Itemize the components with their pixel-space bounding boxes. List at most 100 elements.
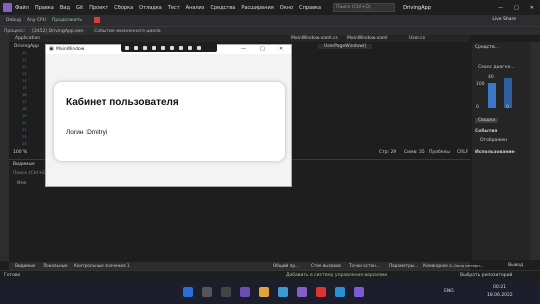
- menu-bar: Файл Правка Вид Git Проект Сборка Отладк…: [0, 0, 540, 15]
- continue-button[interactable]: Продолжить: [52, 18, 82, 23]
- usage-heading: Использование: [475, 150, 515, 155]
- collapse-toolbar-icon[interactable]: [197, 45, 201, 50]
- app-icon-red[interactable]: [316, 287, 326, 297]
- card-title: Кабинет пользователя: [66, 97, 179, 108]
- menu-analyze[interactable]: Анализ: [186, 5, 205, 11]
- start-icon[interactable]: [183, 287, 193, 297]
- close-button[interactable]: ✕: [530, 5, 534, 11]
- login-label: Логин :Dmitryi: [66, 129, 108, 136]
- right-tool-strip: [530, 42, 540, 260]
- window-title: MainWindow: [56, 47, 85, 52]
- process-dropdown[interactable]: [2452] DrivingApp.exe: [29, 28, 87, 34]
- lifecycle-dropdown[interactable]: Событие жизненного цикла: [94, 29, 161, 34]
- tab-exception-settings[interactable]: Параметры...: [389, 263, 418, 268]
- main-toolbar: Debug Any CPU Продолжить Live Share: [0, 15, 540, 26]
- tab-immediate[interactable]: Окно интерп...: [454, 263, 483, 268]
- config-dropdown[interactable]: Debug: [6, 18, 21, 23]
- stop-icon[interactable]: [88, 16, 100, 25]
- menu-window[interactable]: Окно: [280, 5, 293, 11]
- app-icon-blue[interactable]: [335, 287, 345, 297]
- menu-edit[interactable]: Правка: [35, 5, 54, 11]
- clock-date[interactable]: 18.06.2022: [487, 293, 513, 298]
- check-icon[interactable]: [188, 45, 192, 50]
- tab-application[interactable]: Application: [15, 36, 40, 41]
- task-view-icon[interactable]: [221, 287, 231, 297]
- tab-autos[interactable]: Видимые: [15, 263, 35, 268]
- events-heading: События: [475, 129, 498, 134]
- status-ready: Готово: [4, 273, 21, 278]
- window-minimize-button[interactable]: —: [241, 46, 246, 52]
- zoom-level[interactable]: 100 %: [13, 150, 27, 155]
- live-share-button[interactable]: Live Share: [492, 17, 516, 22]
- process-label: Процесс:: [4, 28, 26, 34]
- teams-icon[interactable]: [240, 287, 250, 297]
- tab-call-stack[interactable]: Стек вызовов: [311, 263, 341, 268]
- minimize-button[interactable]: —: [498, 5, 503, 11]
- add-to-source-control-button[interactable]: Добавить в систему управления версиями: [286, 273, 387, 278]
- gauge-top-label: 40: [488, 75, 494, 80]
- window-close-button[interactable]: ✕: [279, 46, 283, 52]
- visual-studio-icon[interactable]: [297, 287, 307, 297]
- search-icon[interactable]: [202, 287, 212, 297]
- gauge-left-label: 100: [476, 82, 485, 87]
- memory-gauge-bar: [504, 78, 512, 108]
- char-indicator: Симв: 35: [404, 150, 425, 155]
- scale-icon[interactable]: [179, 45, 183, 50]
- editor-nav-left[interactable]: DrivingApp: [14, 44, 39, 49]
- autos-title: Видимые: [13, 162, 35, 167]
- cpu-gauge-bar: [488, 83, 496, 108]
- app-icon-purple[interactable]: [354, 287, 364, 297]
- gauge-zero-right: 0: [506, 105, 509, 110]
- crlf-indicator: CRLF: [457, 150, 469, 155]
- tab-mainwindow-cs[interactable]: MainWindow.xaml.cs: [291, 36, 338, 41]
- tab-user-cs[interactable]: User.cs: [409, 36, 425, 41]
- layout-icon[interactable]: [152, 45, 156, 50]
- edge-icon[interactable]: [278, 287, 288, 297]
- left-tool-strip: [0, 35, 9, 261]
- windows-taskbar: ENG 00:21 18.06.2022: [0, 280, 540, 304]
- display-adorners-icon[interactable]: [134, 45, 138, 50]
- session-label: Сеанс диагно...: [478, 65, 515, 70]
- autos-name-header: Имя: [17, 181, 27, 186]
- menu-extensions[interactable]: Расширения: [241, 5, 273, 11]
- diagnostics-panel: Средств... Сеанс диагно... 40 100 0 0 Св…: [472, 42, 530, 260]
- tab-mainwindow-xaml[interactable]: MainWindow.xaml: [347, 36, 388, 41]
- panel-title: Средств...: [475, 45, 499, 50]
- menu-file[interactable]: Файл: [15, 5, 29, 11]
- search-input[interactable]: Поиск (Ctrl+Q): [333, 3, 396, 12]
- select-repository-button[interactable]: Выбрать репозиторий: [460, 273, 512, 278]
- menu-test[interactable]: Тест: [168, 5, 180, 11]
- autos-search-input[interactable]: Поиск (Ctrl+E): [13, 171, 47, 176]
- platform-dropdown[interactable]: Any CPU: [27, 18, 46, 23]
- editor-nav-right[interactable]: UserPageWindow(): [318, 44, 373, 49]
- menu-view[interactable]: Вид: [60, 5, 70, 11]
- menu-git[interactable]: Git: [76, 5, 83, 11]
- status-bar: Готово Добавить в систему управления вер…: [0, 270, 540, 280]
- spaces-indicator: Пробелы: [429, 150, 450, 155]
- menu-build[interactable]: Сборка: [114, 5, 133, 11]
- app-title: DrivingApp: [403, 4, 431, 11]
- tab-locals[interactable]: Локальные: [43, 263, 68, 268]
- menu-debug[interactable]: Отладка: [139, 5, 162, 11]
- tab-command-window[interactable]: Командное о...: [423, 263, 456, 268]
- menu-tools[interactable]: Средства: [210, 5, 235, 11]
- show-events-item[interactable]: Отображен: [480, 138, 507, 143]
- menu-project[interactable]: Проект: [89, 5, 108, 11]
- clock-time[interactable]: 00:21: [493, 285, 506, 290]
- maximize-button[interactable]: □: [514, 5, 519, 11]
- tab-output[interactable]: Вывод: [508, 263, 523, 268]
- window-maximize-button[interactable]: □: [260, 46, 265, 52]
- language-indicator[interactable]: ENG: [444, 289, 454, 294]
- tab-overview[interactable]: Общий пр...: [273, 263, 299, 268]
- hot-reload-icon[interactable]: [161, 45, 165, 50]
- xaml-debug-toolbar: [121, 43, 217, 52]
- file-explorer-icon[interactable]: [259, 287, 269, 297]
- track-focus-icon[interactable]: [143, 45, 147, 50]
- tab-watch-1[interactable]: Контрольные значения 1: [74, 263, 130, 268]
- binding-icon[interactable]: [170, 45, 174, 50]
- window-icon: ▣: [49, 46, 54, 52]
- select-element-icon[interactable]: [125, 45, 129, 50]
- tab-breakpoints[interactable]: Точки остан...: [349, 263, 380, 268]
- tab-summary[interactable]: Сводка: [475, 118, 499, 123]
- menu-help[interactable]: Справка: [299, 5, 321, 11]
